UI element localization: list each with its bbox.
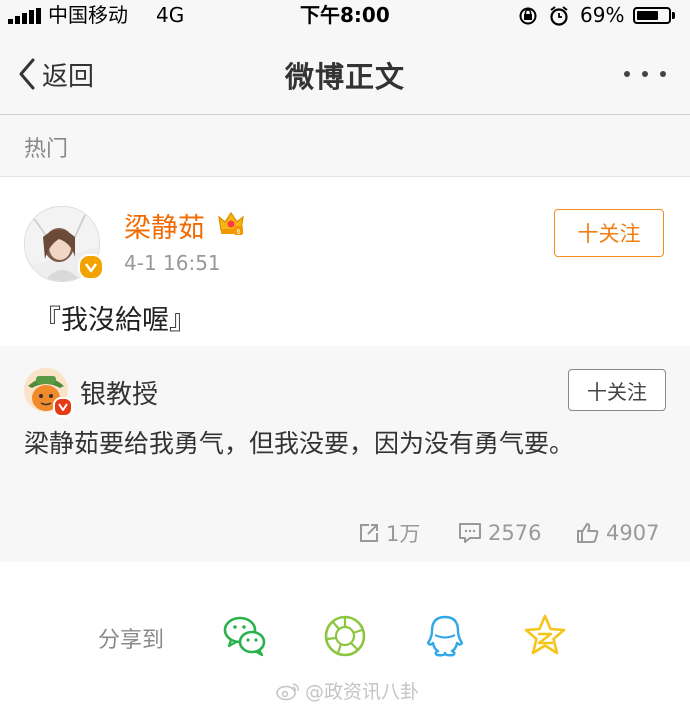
network-type: 4G: [156, 3, 185, 27]
verified-badge-icon: [78, 254, 104, 280]
share-moments-button[interactable]: [322, 613, 368, 659]
repost-count: 1万: [386, 522, 421, 546]
post-timestamp: 4-1 16:51: [124, 251, 221, 275]
verified-red-badge-icon: [53, 397, 73, 417]
share-qq-button[interactable]: [422, 613, 468, 659]
share-qzone-button[interactable]: [522, 613, 568, 659]
page-title: 微博正文: [284, 60, 405, 94]
repost-icon: [360, 524, 378, 542]
weibo-logo-icon: [276, 682, 299, 700]
alarm-icon: [550, 6, 568, 26]
retweet-author-name[interactable]: 银教授: [80, 374, 158, 411]
share-wechat-button[interactable]: [222, 613, 268, 659]
wechat-icon: [223, 616, 266, 657]
comment-icon: [459, 523, 481, 543]
comment-button[interactable]: 2576: [458, 518, 541, 548]
section-label: 热门: [24, 137, 69, 162]
repost-button[interactable]: 1万: [358, 518, 420, 548]
rotation-lock-icon: [519, 7, 537, 25]
battery-icon: [633, 7, 671, 24]
nav-bar: 返回 微博正文: [0, 30, 690, 115]
vip-crown-icon: 6: [218, 211, 244, 236]
author-name[interactable]: 梁静茹: [124, 206, 205, 245]
battery-percent: 69%: [580, 3, 625, 27]
thumbs-up-icon: [577, 523, 599, 543]
qzone-icon: [524, 614, 566, 655]
more-dots-icon: [624, 71, 630, 77]
watermark: @政资讯八卦: [275, 677, 419, 704]
more-button[interactable]: [620, 66, 670, 82]
follow-button[interactable]: 十关注: [554, 209, 664, 257]
like-count: 4907: [606, 521, 660, 545]
post-text: 『我沒給喔』: [34, 305, 196, 336]
signal-icon: [8, 8, 41, 24]
carrier-name: 中国移动: [48, 3, 128, 27]
moments-icon: [324, 615, 366, 657]
comment-count: 2576: [488, 521, 542, 545]
qq-icon: [426, 615, 464, 657]
retweet-text: 梁静茹要给我勇气，但我没要，因为没有勇气要。: [24, 429, 575, 458]
svg-text:6: 6: [237, 229, 241, 236]
status-bar: 中国移动 4G 下午8:00 69%: [0, 0, 690, 30]
watermark-text: @政资讯八卦: [305, 681, 420, 703]
retweet-follow-button[interactable]: 十关注: [568, 369, 666, 411]
clock: 下午8:00: [300, 3, 390, 27]
share-label: 分享到: [98, 628, 165, 653]
like-button[interactable]: 4907: [576, 518, 659, 548]
section-header: 热门: [0, 115, 690, 177]
